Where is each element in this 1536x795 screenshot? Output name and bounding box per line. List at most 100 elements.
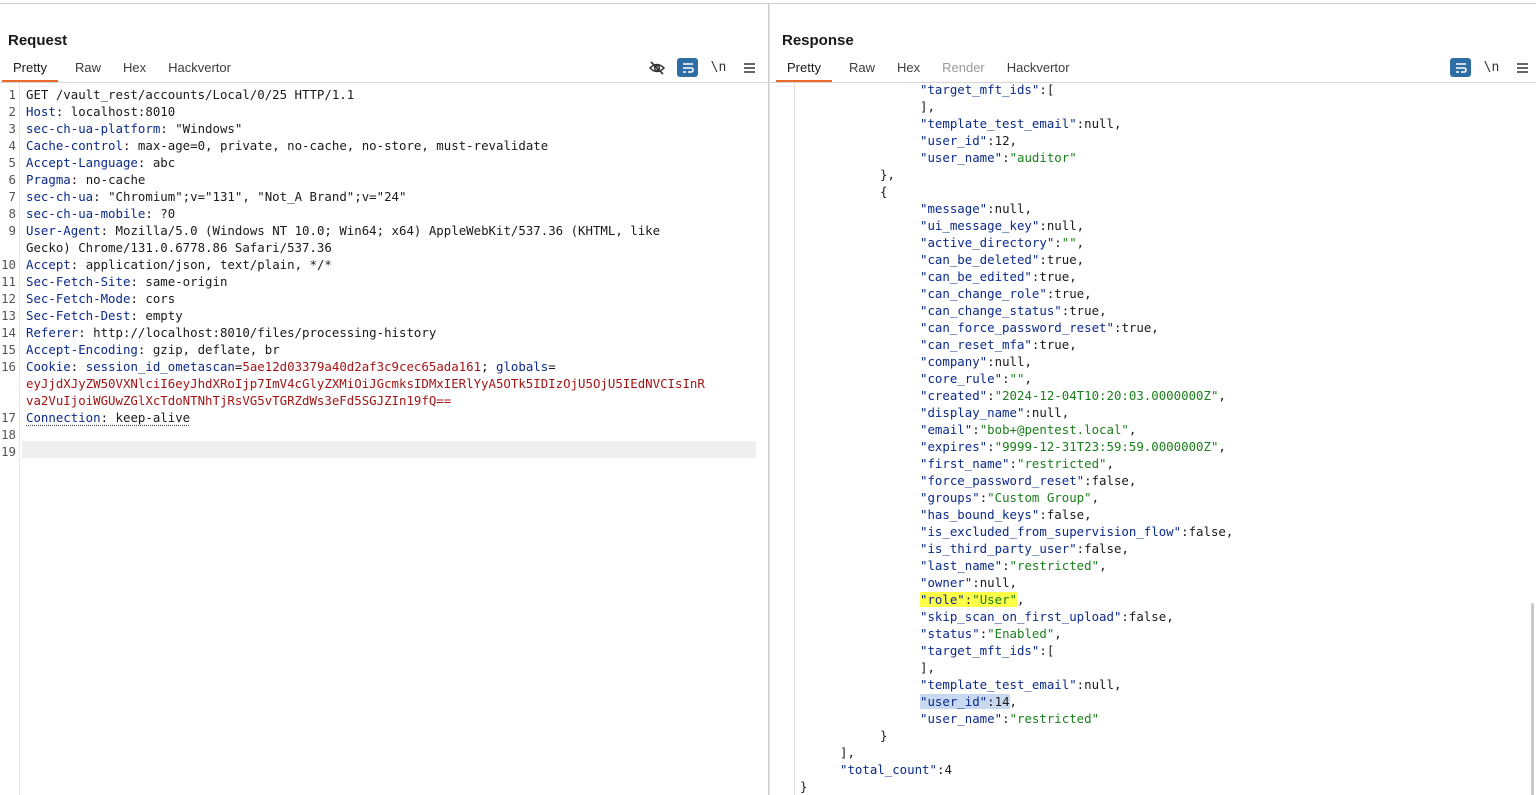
tab-hex[interactable]: Hex [886, 56, 931, 82]
wrap-lines-button[interactable] [1450, 58, 1471, 77]
hamburger-menu-icon [1517, 62, 1528, 73]
line-number: 14 [1, 325, 16, 340]
json-punctuation: , [1084, 507, 1092, 522]
json-punctuation: : [1084, 473, 1092, 488]
json-pair: "force_password_reset":false [920, 473, 1129, 488]
json-punctuation: : [1054, 235, 1062, 250]
line-number: 10 [1, 257, 16, 272]
json-literal: false [1091, 473, 1129, 488]
json-line: "status":"Enabled", [920, 625, 1062, 642]
request-line: Connection: keep-alive [26, 410, 191, 425]
menu-button[interactable] [739, 58, 760, 77]
json-literal: null [994, 354, 1025, 369]
tab-raw[interactable]: Raw [838, 56, 886, 82]
json-line: "user_id":14, [920, 693, 1017, 710]
json-pair: "first_name":"restricted" [920, 456, 1107, 471]
header-value: localhost:8010 [63, 104, 176, 119]
line-number: 3 [8, 121, 16, 136]
request-line: Referer: http://localhost:8010/files/pro… [26, 325, 437, 340]
tab-pretty[interactable]: Pretty [2, 56, 58, 82]
request-line: Cache-control: max-age=0, private, no-ca… [26, 138, 549, 153]
json-literal: null [1084, 116, 1114, 131]
header-value: "Windows" [167, 121, 243, 136]
json-punctuation: , [1024, 371, 1032, 386]
json-key: "is_third_party_user" [920, 541, 1077, 556]
json-key: "role" [920, 592, 965, 607]
json-literal: true [1046, 252, 1077, 267]
tab-hackvertor[interactable]: Hackvertor [157, 56, 242, 82]
json-key: "user_name" [920, 711, 1003, 726]
wrap-lines-button[interactable] [677, 58, 698, 77]
json-literal: true [1069, 303, 1100, 318]
tab-pretty[interactable]: Pretty [776, 56, 832, 82]
json-line: "ui_message_key":null, [920, 217, 1084, 234]
line-number: 12 [1, 291, 16, 306]
json-line: "groups":"Custom Group", [920, 489, 1099, 506]
json-key: "email" [920, 422, 973, 437]
json-punctuation: : [1002, 371, 1010, 386]
request-editor[interactable]: 1 2 3 4 5 6 7 8 9 10 11 12 13 14 15 16 17 18 19 GET /vault… [0, 83, 768, 795]
request-toolbar: \n [646, 58, 760, 77]
json-punctuation: : [1039, 218, 1047, 233]
tab-raw[interactable]: Raw [64, 56, 112, 82]
header-value: same-origin [137, 274, 228, 289]
json-punctuation: , [1069, 269, 1077, 284]
header-value: abc [145, 155, 176, 170]
response-editor[interactable]: "target_mft_ids":[], "template_test_email… [770, 83, 1536, 795]
request-gutter: 1 2 3 4 5 6 7 8 9 10 11 12 13 14 15 16 17 18 19 [0, 83, 20, 795]
highlighted-match: "role":"User" [920, 592, 1017, 607]
line-number: 2 [8, 104, 16, 119]
json-line: "first_name":"restricted", [920, 455, 1114, 472]
json-pair: "owner":null [920, 575, 1010, 590]
vertical-scrollbar[interactable] [1531, 603, 1534, 795]
json-line: "display_name":null, [920, 404, 1069, 421]
json-punctuation: , [1218, 388, 1226, 403]
show-newlines-button[interactable]: \n [708, 58, 729, 77]
json-literal: false [1188, 524, 1226, 539]
request-line: sec-ch-ua-platform: "Windows" [26, 121, 243, 136]
json-punctuation: : [1009, 456, 1017, 471]
header-name: sec-ch-ua-platform [26, 121, 161, 136]
json-punctuation: : [1039, 252, 1047, 267]
json-literal: false [1084, 541, 1122, 556]
json-line: "template_test_email":null, [920, 676, 1121, 693]
request-line: Host: localhost:8010 [26, 104, 176, 119]
menu-button[interactable] [1512, 58, 1533, 77]
json-key: "company" [920, 354, 988, 369]
json-line: "force_password_reset":false, [920, 472, 1136, 489]
hamburger-menu-icon [744, 62, 755, 73]
header-name: Pragma [26, 172, 71, 187]
json-key: "can_be_edited" [920, 269, 1032, 284]
header-value: application/json, text/plain, */* [78, 257, 332, 272]
json-punctuation: , [1106, 456, 1114, 471]
json-string: "9999-12-31T23:59:59.0000000Z" [994, 439, 1219, 454]
tab-hex[interactable]: Hex [112, 56, 157, 82]
header-name: Sec-Fetch-Mode [26, 291, 131, 306]
json-key: "target_mft_ids" [920, 643, 1040, 658]
json-key: "is_excluded_from_supervision_flow" [920, 524, 1182, 539]
json-string: "" [1009, 371, 1025, 386]
json-punctuation: : [1002, 558, 1010, 573]
json-literal: true [1039, 337, 1070, 352]
json-punctuation: , [1084, 286, 1092, 301]
json-pair: "email":"bob+@pentest.local" [920, 422, 1129, 437]
json-key: "target_mft_ids" [920, 83, 1040, 97]
json-punctuation: , [1024, 201, 1032, 216]
json-punctuation: , [1054, 626, 1062, 641]
header-name: Sec-Fetch-Dest [26, 308, 131, 323]
json-punctuation: : [987, 201, 995, 216]
hide-non-printable-button[interactable] [646, 58, 667, 77]
json-pair: "can_change_status":true [920, 303, 1099, 318]
json-punctuation: : [1002, 150, 1010, 165]
json-punctuation: :[ [1039, 643, 1055, 658]
tab-render[interactable]: Render [931, 56, 996, 82]
json-literal: null [994, 201, 1025, 216]
json-punctuation: , [1024, 354, 1032, 369]
header-name: Host [26, 104, 56, 119]
response-tabs: Pretty Raw Hex Render Hackvertor [776, 56, 1536, 82]
json-key: "active_directory" [920, 235, 1055, 250]
tab-hackvertor[interactable]: Hackvertor [996, 56, 1081, 82]
request-line: Cookie: session_id_ometascan=5ae12d03379… [26, 359, 556, 374]
header-value: keep-alive [108, 410, 191, 425]
show-newlines-button[interactable]: \n [1481, 58, 1502, 77]
